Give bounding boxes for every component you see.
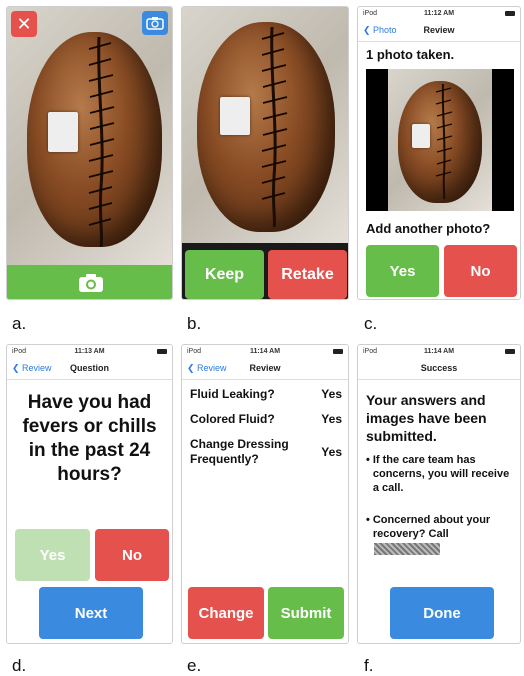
panel-c-review: iPod 11:12 AM ❮ Photo Review 1 photo tak… xyxy=(357,6,521,300)
next-button[interactable]: Next xyxy=(39,587,143,639)
add-photo-question: Add another photo? xyxy=(366,221,491,236)
status-bar: iPod 11:12 AM xyxy=(358,7,520,21)
answer-question: Fluid Leaking? xyxy=(190,387,275,401)
answer-value: Yes xyxy=(321,387,342,401)
status-time: 11:14 AM xyxy=(249,348,281,355)
panel-f-success: iPod 11:14 AM Success Your answers and i… xyxy=(357,344,521,644)
status-time: 11:13 AM xyxy=(74,348,105,355)
nav-bar: ❮ Review Review xyxy=(182,359,348,380)
caption-c: c. xyxy=(364,314,378,333)
camera-switch-icon[interactable] xyxy=(142,11,168,35)
battery-icon xyxy=(157,349,167,354)
caption-a: a. xyxy=(12,314,27,333)
panel-b-preview: Keep Retake xyxy=(181,6,349,300)
keep-button[interactable]: Keep xyxy=(185,250,264,299)
caption-f: f. xyxy=(364,656,374,675)
battery-icon xyxy=(505,349,515,354)
bullet-text: If the care team has concerns, you will … xyxy=(372,454,510,494)
success-message: Your answers and images have been submit… xyxy=(366,392,487,444)
bullet-icon: • xyxy=(366,454,370,466)
change-button[interactable]: Change xyxy=(188,587,264,639)
retake-button[interactable]: Retake xyxy=(268,250,347,299)
nav-bar: Success xyxy=(358,359,520,380)
dressing-patch xyxy=(412,124,430,148)
status-time: 11:12 AM xyxy=(423,10,455,17)
dressing-patch xyxy=(220,97,250,135)
nav-title: Question xyxy=(69,363,109,373)
dressing-patch xyxy=(48,112,78,152)
answer-question: Colored Fluid? xyxy=(190,412,275,426)
status-bar: iPod 11:13 AM xyxy=(7,345,172,359)
battery-icon xyxy=(505,11,515,16)
caption-b: b. xyxy=(187,314,202,333)
status-bar: iPod 11:14 AM xyxy=(358,345,520,359)
caption-d: d. xyxy=(12,656,27,675)
suture-line xyxy=(88,37,115,247)
no-button[interactable]: No xyxy=(95,529,169,581)
bullet-item: • Concerned about your recovery? Call xyxy=(366,513,512,541)
answer-row: Fluid Leaking? Yes xyxy=(190,387,342,401)
done-button[interactable]: Done xyxy=(390,587,494,639)
caption-e: e. xyxy=(187,656,202,675)
suture-line xyxy=(435,84,453,199)
answer-row: Colored Fluid? Yes xyxy=(190,412,342,426)
bullet-icon: • xyxy=(366,514,370,526)
yes-button[interactable]: Yes xyxy=(15,529,90,581)
answer-value: Yes xyxy=(321,412,342,426)
wound-photo xyxy=(182,7,348,243)
status-time: 11:14 AM xyxy=(423,348,455,355)
battery-icon xyxy=(333,349,343,354)
nav-bar: ❮ Review Question xyxy=(7,359,172,380)
answer-row: Change Dressing Frequently? Yes xyxy=(190,437,342,467)
panel-e-review: iPod 11:14 AM ❮ Review Review Fluid Leak… xyxy=(181,344,349,644)
submit-button[interactable]: Submit xyxy=(268,587,344,639)
no-button[interactable]: No xyxy=(444,245,517,297)
bullet-text: Concerned about your recovery? Call xyxy=(372,514,491,540)
suture-line xyxy=(261,27,288,227)
wound-photo xyxy=(7,7,172,265)
redacted-phone-number xyxy=(374,543,440,555)
panel-d-question: iPod 11:13 AM ❮ Review Question Have you… xyxy=(6,344,173,644)
photo-thumbnail xyxy=(388,69,492,211)
answer-question: Change Dressing Frequently? xyxy=(190,437,289,466)
photo-thumbnail-frame xyxy=(366,69,514,211)
photos-taken-label: 1 photo taken. xyxy=(366,47,455,62)
nav-title: Review xyxy=(249,363,281,373)
nav-bar: ❮ Photo Review xyxy=(358,21,520,42)
question-text: Have you had fevers or chills in the pas… xyxy=(22,392,157,485)
panel-a-camera: ✕ xyxy=(6,6,173,300)
status-bar: iPod 11:14 AM xyxy=(182,345,348,359)
camera-icon xyxy=(78,274,103,292)
bullet-item: • If the care team has concerns, you wil… xyxy=(366,453,512,495)
nav-title: Success xyxy=(420,363,458,373)
nav-title: Review xyxy=(423,25,455,35)
take-photo-button[interactable] xyxy=(7,265,172,299)
close-icon[interactable]: ✕ xyxy=(11,11,37,37)
answer-value: Yes xyxy=(321,445,342,459)
yes-button[interactable]: Yes xyxy=(366,245,439,297)
